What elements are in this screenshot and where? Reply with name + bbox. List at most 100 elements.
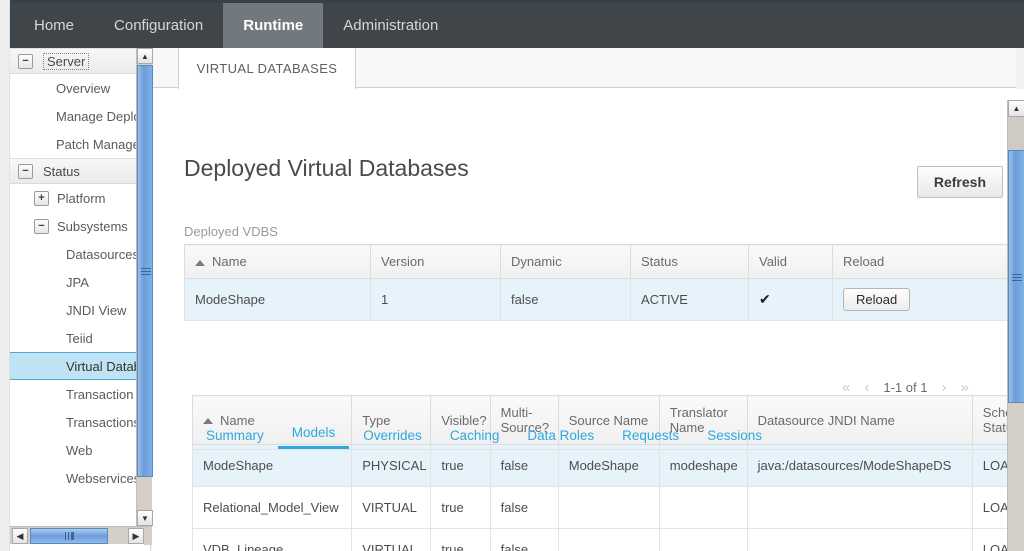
- table-row[interactable]: Relational_Model_View VIRTUAL true false…: [191, 486, 1024, 529]
- sidebar-item-transactions[interactable]: Transactions: [10, 408, 150, 436]
- table-row[interactable]: ModeShape 1 false ACTIVE ✔ Reload: [184, 278, 1024, 321]
- tab-summary[interactable]: Summary: [192, 428, 278, 449]
- cell-model-source-name: [557, 528, 660, 551]
- pagination-prev-icon[interactable]: ‹: [864, 379, 869, 396]
- pagination-range-label: 1-1 of 1: [883, 380, 928, 395]
- sidebar-item-web-label: Web: [66, 442, 93, 458]
- scroll-grip-icon: [64, 532, 74, 540]
- content-vertical-scrollbar[interactable]: ▲: [1007, 100, 1024, 551]
- cell-model-translator-name: [658, 486, 748, 529]
- tab-caching[interactable]: Caching: [436, 428, 514, 449]
- column-header-dynamic[interactable]: Dynamic: [500, 244, 631, 279]
- sidebar-item-datasources-label: Datasources: [66, 246, 139, 262]
- cell-vdb-dynamic: false: [500, 278, 631, 321]
- sidebar-item-patch-management[interactable]: Patch Management: [10, 130, 150, 158]
- cell-model-jndi-name: java:/datasources/ModeShapeDS: [746, 444, 973, 487]
- sidebar-item-overview[interactable]: Overview: [10, 74, 150, 102]
- checkmark-icon: ✔: [759, 291, 771, 307]
- cell-model-source-name: ModeShape: [557, 444, 660, 487]
- nav-item-runtime[interactable]: Runtime: [223, 3, 324, 48]
- collapse-minus-icon[interactable]: −: [18, 53, 33, 69]
- nav-item-runtime-label: Runtime: [243, 17, 304, 34]
- content-vscroll-track[interactable]: [1008, 117, 1024, 150]
- sidebar-horizontal-scrollbar[interactable]: ◀ ▶: [10, 526, 152, 545]
- cell-model-jndi-name: [746, 486, 973, 529]
- tab-models[interactable]: Models: [277, 425, 350, 449]
- sidebar-item-webservices[interactable]: Webservices: [10, 464, 150, 492]
- table-row[interactable]: VDB_Lineage VIRTUAL true false LOADED DD…: [191, 528, 1024, 551]
- cell-model-translator-name: modeshape: [658, 444, 748, 487]
- collapse-minus-icon[interactable]: −: [18, 163, 33, 179]
- sidebar-node-platform-label: Platform: [57, 190, 106, 206]
- cell-model-multi-source: false: [489, 486, 559, 529]
- column-header-name-label: Name: [212, 254, 247, 269]
- sidebar-node-subsystems[interactable]: − Subsystems: [10, 212, 150, 240]
- scroll-down-arrow-icon[interactable]: ▼: [137, 510, 153, 526]
- scroll-up-arrow-icon[interactable]: ▲: [137, 48, 153, 64]
- tab-sessions[interactable]: Sessions: [693, 428, 776, 449]
- cell-vdb-reload: Reload: [832, 278, 1024, 321]
- sidebar-item-manage-deployments[interactable]: Manage Deployments: [10, 102, 150, 130]
- cell-vdb-valid: ✔: [748, 278, 833, 321]
- pagination-next-icon[interactable]: ›: [941, 379, 946, 396]
- nav-item-administration[interactable]: Administration: [323, 3, 458, 48]
- collapse-minus-icon[interactable]: −: [34, 218, 49, 234]
- pagination-first-icon[interactable]: «: [842, 379, 850, 396]
- deployed-vdbs-table: Name Version Dynamic Status Valid Reload…: [184, 244, 1024, 321]
- column-header-version[interactable]: Version: [370, 244, 501, 279]
- cell-model-type: PHYSICAL: [351, 444, 432, 487]
- sidebar-hscroll-thumb[interactable]: [30, 528, 108, 544]
- tab-data-roles[interactable]: Data Roles: [513, 428, 608, 449]
- nav-item-configuration-label: Configuration: [114, 17, 204, 34]
- pagination-last-icon[interactable]: »: [960, 379, 968, 396]
- sidebar-item-web[interactable]: Web: [10, 436, 150, 464]
- tab-overrides[interactable]: Overrides: [349, 428, 436, 449]
- sidebar-group-server-label: Server: [43, 52, 90, 70]
- scroll-right-arrow-icon[interactable]: ▶: [128, 528, 144, 544]
- sidebar-item-datasources[interactable]: Datasources: [10, 240, 150, 268]
- vdb-detail-tabs: Summary Models Overrides Caching Data Ro…: [192, 422, 1012, 450]
- cell-model-source-name: [557, 486, 660, 529]
- nav-item-configuration[interactable]: Configuration: [94, 3, 223, 48]
- sidebar-item-teiid[interactable]: Teiid: [10, 324, 150, 352]
- tab-requests[interactable]: Requests: [608, 428, 693, 449]
- reload-button[interactable]: Reload: [843, 288, 911, 311]
- sidebar-item-jpa[interactable]: JPA: [10, 268, 150, 296]
- subtab-bar: VIRTUAL DATABASES: [152, 48, 1024, 89]
- sidebar-node-subsystems-label: Subsystems: [57, 218, 128, 234]
- scroll-left-arrow-icon[interactable]: ◀: [12, 528, 28, 544]
- nav-item-administration-label: Administration: [343, 17, 439, 34]
- cell-model-visible: true: [430, 528, 491, 551]
- main-navbar: Home Configuration Runtime Administratio…: [10, 3, 1024, 48]
- sidebar-vscroll-thumb[interactable]: [137, 65, 153, 477]
- column-header-reload[interactable]: Reload: [832, 244, 1024, 279]
- sidebar-item-virtual-databases[interactable]: Virtual Databases: [10, 352, 150, 380]
- scroll-up-arrow-icon[interactable]: ▲: [1008, 100, 1024, 117]
- content-vscroll-thumb[interactable]: [1008, 150, 1024, 403]
- sidebar-item-jndi-view[interactable]: JNDI View: [10, 296, 150, 324]
- tab-virtual-databases[interactable]: VIRTUAL DATABASES: [178, 48, 356, 89]
- app-root: Home Configuration Runtime Administratio…: [0, 0, 1024, 551]
- scrollbar-corner: [144, 527, 152, 545]
- expand-plus-icon[interactable]: +: [34, 190, 49, 206]
- column-header-name[interactable]: Name: [184, 244, 371, 279]
- sidebar-item-webservices-label: Webservices: [66, 470, 141, 486]
- column-header-status[interactable]: Status: [630, 244, 749, 279]
- cell-vdb-version: 1: [370, 278, 501, 321]
- sidebar-item-jndi-view-label: JNDI View: [66, 302, 127, 318]
- cell-model-multi-source: false: [489, 444, 559, 487]
- sidebar-vertical-scrollbar[interactable]: ▲ ▼: [136, 48, 153, 526]
- table-row[interactable]: ModeShape PHYSICAL true false ModeShape …: [191, 444, 1024, 487]
- sidebar-item-overview-label: Overview: [56, 80, 111, 96]
- left-gutter: [0, 0, 10, 551]
- cell-model-jndi-name: [746, 528, 973, 551]
- sidebar-item-transaction[interactable]: Transaction: [10, 380, 150, 408]
- scroll-grip-icon: [1012, 272, 1022, 281]
- cell-vdb-status: ACTIVE: [630, 278, 749, 321]
- sidebar-group-server[interactable]: − Server: [10, 48, 150, 74]
- refresh-button[interactable]: Refresh: [916, 166, 1003, 198]
- column-header-valid[interactable]: Valid: [748, 244, 833, 279]
- nav-item-home[interactable]: Home: [10, 3, 94, 48]
- sidebar-group-status[interactable]: − Status: [10, 158, 150, 184]
- sidebar-node-platform[interactable]: + Platform: [10, 184, 150, 212]
